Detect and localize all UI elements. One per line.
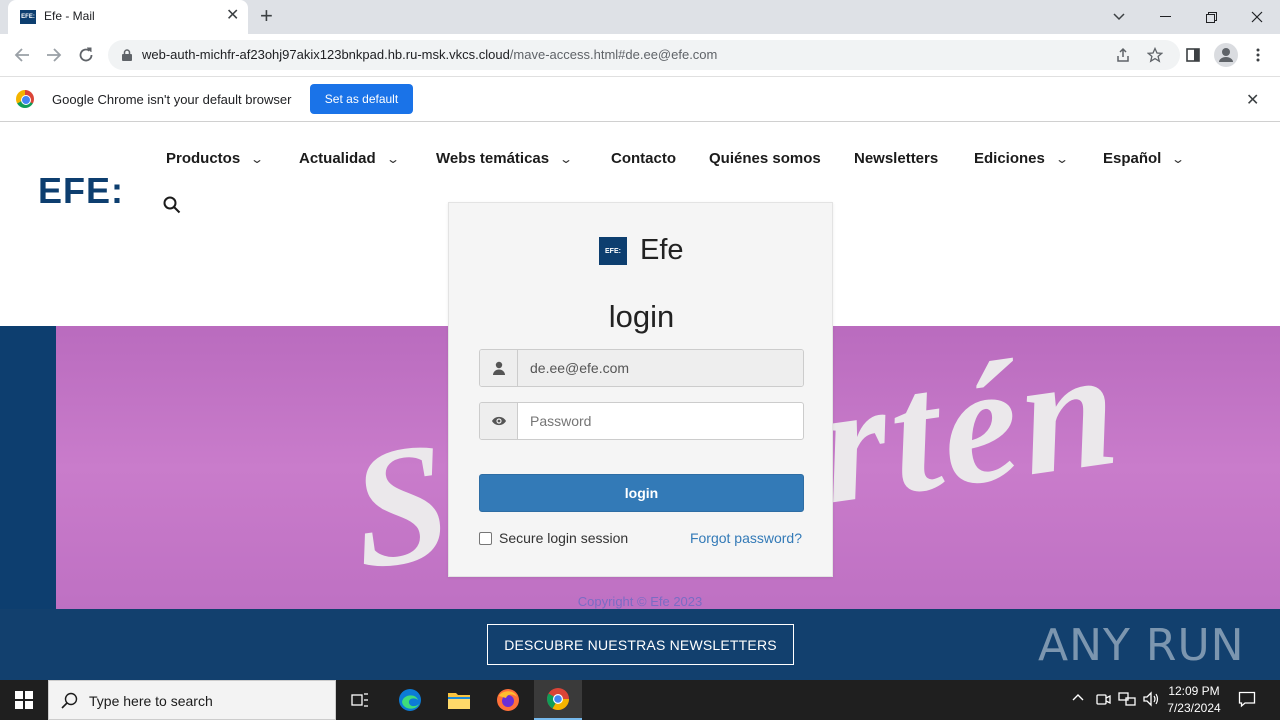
default-browser-infobar: Google Chrome isn't your default browser… (0, 76, 1280, 122)
volume-icon[interactable] (1142, 691, 1160, 710)
file-explorer-icon[interactable] (435, 680, 483, 720)
email-input-group (479, 349, 804, 387)
side-panel-icon[interactable] (1180, 42, 1206, 68)
forward-arrow-icon[interactable] (41, 42, 67, 68)
nav-label: Newsletters (854, 150, 939, 167)
network-icon[interactable] (1118, 691, 1136, 710)
nav-newsletters[interactable]: Newsletters (854, 150, 938, 167)
windows-taskbar: Type here to search 12:09 PM 7/23/2024 (0, 680, 1280, 720)
minimize-icon[interactable] (1142, 0, 1188, 34)
nav-label: Contacto (611, 150, 676, 167)
nav-actualidad[interactable]: Actualidad ⌄ (299, 150, 400, 167)
nav-productos[interactable]: Productos ⌄ (166, 150, 265, 167)
windows-start-icon[interactable] (0, 680, 48, 720)
eye-icon[interactable] (480, 403, 518, 439)
email-field[interactable] (518, 350, 803, 386)
efe-card-logo-icon: EFE: (599, 237, 627, 265)
window-close-icon[interactable] (1234, 0, 1280, 34)
login-card: EFE: Efe login login Secure login sessio… (448, 202, 833, 577)
login-heading: login (608, 299, 675, 334)
card-brand: Efe (640, 234, 684, 266)
tab-close-icon[interactable]: ✕ (226, 8, 239, 24)
nav-label: Productos (166, 150, 241, 167)
chrome-taskbar-icon[interactable] (534, 680, 582, 720)
secure-login-checkbox[interactable] (479, 532, 492, 545)
profile-avatar-icon[interactable] (1214, 43, 1238, 67)
share-icon[interactable] (1110, 42, 1136, 68)
url-path: /mave-access.html#de.ee@efe.com (509, 47, 718, 62)
nav-label: Webs temáticas (436, 150, 550, 167)
infobar-message: Google Chrome isn't your default browser (52, 92, 292, 107)
system-clock[interactable]: 12:09 PM 7/23/2024 (1160, 683, 1228, 717)
nav-webs-tematicas[interactable]: Webs temáticas ⌄ (436, 150, 574, 167)
url-host: web-auth-michfr-af23ohj97akix123bnkpad.h… (142, 47, 510, 62)
efe-logo[interactable]: EFE: (38, 170, 124, 212)
edge-icon[interactable] (386, 680, 434, 720)
nav-label: Actualidad (299, 150, 376, 167)
user-icon (480, 350, 518, 386)
chevron-down-icon: ⌄ (1054, 152, 1069, 166)
more-menu-icon[interactable] (1245, 42, 1271, 68)
taskbar-search-placeholder: Type here to search (89, 693, 213, 709)
hero-side-stripe (0, 326, 56, 609)
browser-toolbar: web-auth-michfr-af23ohj97akix123bnkpad.h… (0, 34, 1280, 76)
nav-label: Quiénes somos (709, 150, 821, 167)
taskbar-search-icon (61, 692, 78, 709)
new-tab-plus-icon[interactable]: + (260, 5, 273, 27)
chevron-down-icon: ⌄ (559, 152, 574, 166)
task-view-icon[interactable] (336, 680, 384, 720)
efe-favicon-icon: EFE: (20, 10, 36, 24)
tray-chevron-up-icon[interactable] (1071, 690, 1085, 707)
meet-now-icon[interactable] (1095, 691, 1111, 710)
url-text: web-auth-michfr-af23ohj97akix123bnkpad.h… (142, 47, 717, 62)
tab-title: Efe - Mail (44, 9, 95, 23)
secure-login-label[interactable]: Secure login session (499, 530, 628, 546)
nav-contacto[interactable]: Contacto (611, 150, 676, 167)
password-field[interactable] (518, 403, 803, 439)
tab-search-chevron-icon[interactable] (1096, 0, 1142, 34)
reload-icon[interactable] (73, 42, 99, 68)
chrome-logo-icon (16, 90, 34, 108)
anyrun-watermark: ANY RUN (1038, 619, 1245, 671)
newsletter-band: DESCUBRE NUESTRAS NEWSLETTERS ANY RUN (0, 609, 1280, 680)
nav-espanol[interactable]: Español ⌄ (1103, 150, 1186, 167)
set-as-default-button[interactable]: Set as default (310, 84, 413, 114)
restore-icon[interactable] (1188, 0, 1234, 34)
notification-icon[interactable] (1238, 690, 1256, 711)
clock-date: 7/23/2024 (1167, 701, 1221, 715)
nav-quienes-somos[interactable]: Quiénes somos (709, 150, 821, 167)
clock-time: 12:09 PM (1168, 684, 1220, 698)
bookmark-star-icon[interactable] (1142, 42, 1168, 68)
chevron-down-icon: ⌄ (385, 152, 400, 166)
browser-tab[interactable]: EFE: Efe - Mail ✕ (8, 0, 248, 34)
nav-label: Español (1103, 150, 1162, 167)
password-input-group (479, 402, 804, 440)
copyright-text: Copyright © Efe 2023 (577, 594, 703, 609)
address-bar[interactable]: web-auth-michfr-af23ohj97akix123bnkpad.h… (108, 40, 1180, 70)
nav-label: Ediciones (974, 150, 1045, 167)
login-button[interactable]: login (479, 474, 804, 512)
firefox-icon[interactable] (484, 680, 532, 720)
taskbar-search-box[interactable]: Type here to search (48, 680, 336, 720)
chevron-down-icon: ⌄ (250, 152, 265, 166)
lock-icon[interactable] (122, 49, 132, 61)
back-arrow-icon[interactable] (9, 42, 35, 68)
web-page: EFE: Productos ⌄ Actualidad ⌄ Webs temátic… (0, 122, 1280, 680)
chevron-down-icon: ⌄ (1171, 152, 1186, 166)
infobar-close-icon[interactable]: ✕ (1246, 90, 1259, 110)
newsletters-button[interactable]: DESCUBRE NUESTRAS NEWSLETTERS (487, 624, 794, 665)
search-icon[interactable] (163, 196, 181, 214)
forgot-password-link[interactable]: Forgot password? (690, 530, 802, 546)
browser-tab-strip: EFE: Efe - Mail ✕ + (0, 0, 1280, 34)
nav-ediciones[interactable]: Ediciones ⌄ (974, 150, 1069, 167)
